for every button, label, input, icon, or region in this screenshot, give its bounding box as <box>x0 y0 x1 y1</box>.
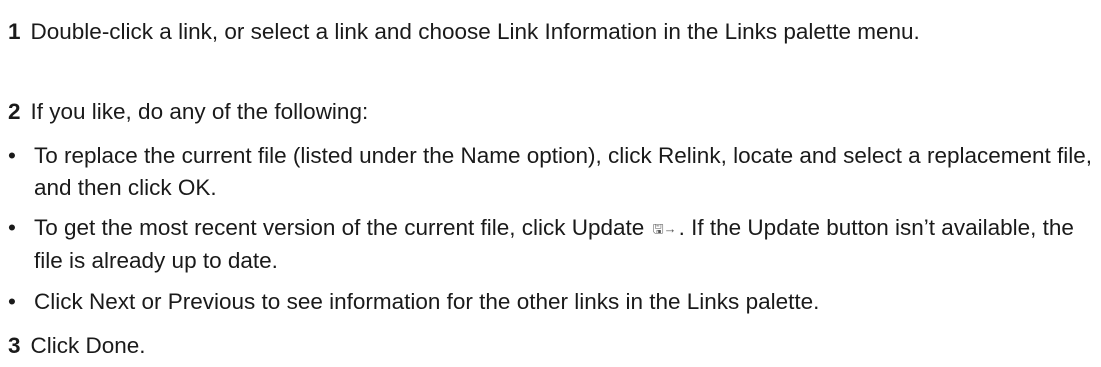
step-text: Double-click a link, or select a link an… <box>30 19 920 44</box>
bullet-item-next-previous: • Click Next or Previous to see informat… <box>8 286 1093 318</box>
bullet-text: To replace the current file (listed unde… <box>34 143 1093 200</box>
update-link-icon: 🖫→ <box>652 221 677 237</box>
step-2: 2 If you like, do any of the following: <box>8 96 368 128</box>
step-text: Click Done. <box>30 333 146 358</box>
step-number: 3 <box>8 333 21 358</box>
bullet-text: To get the most recent version of the cu… <box>8 212 1093 277</box>
step-number: 2 <box>8 99 21 124</box>
step-1: 1 Double-click a link, or select a link a… <box>8 16 1008 48</box>
bullet-marker: • <box>8 215 16 240</box>
bullet-text-before: To get the most recent version of the cu… <box>34 215 645 240</box>
bullet-item-update: • To get the most recent version of the … <box>8 212 1093 277</box>
step-text: If you like, do any of the following: <box>30 99 369 124</box>
bullet-marker: • <box>8 143 16 168</box>
bullet-text: Click Next or Previous to see informatio… <box>34 289 820 314</box>
step-3: 3 Click Done. <box>8 330 146 362</box>
bullet-marker: • <box>8 289 16 314</box>
bullet-item-relink: • To replace the current file (listed un… <box>8 140 1093 204</box>
step-number: 1 <box>8 19 21 44</box>
